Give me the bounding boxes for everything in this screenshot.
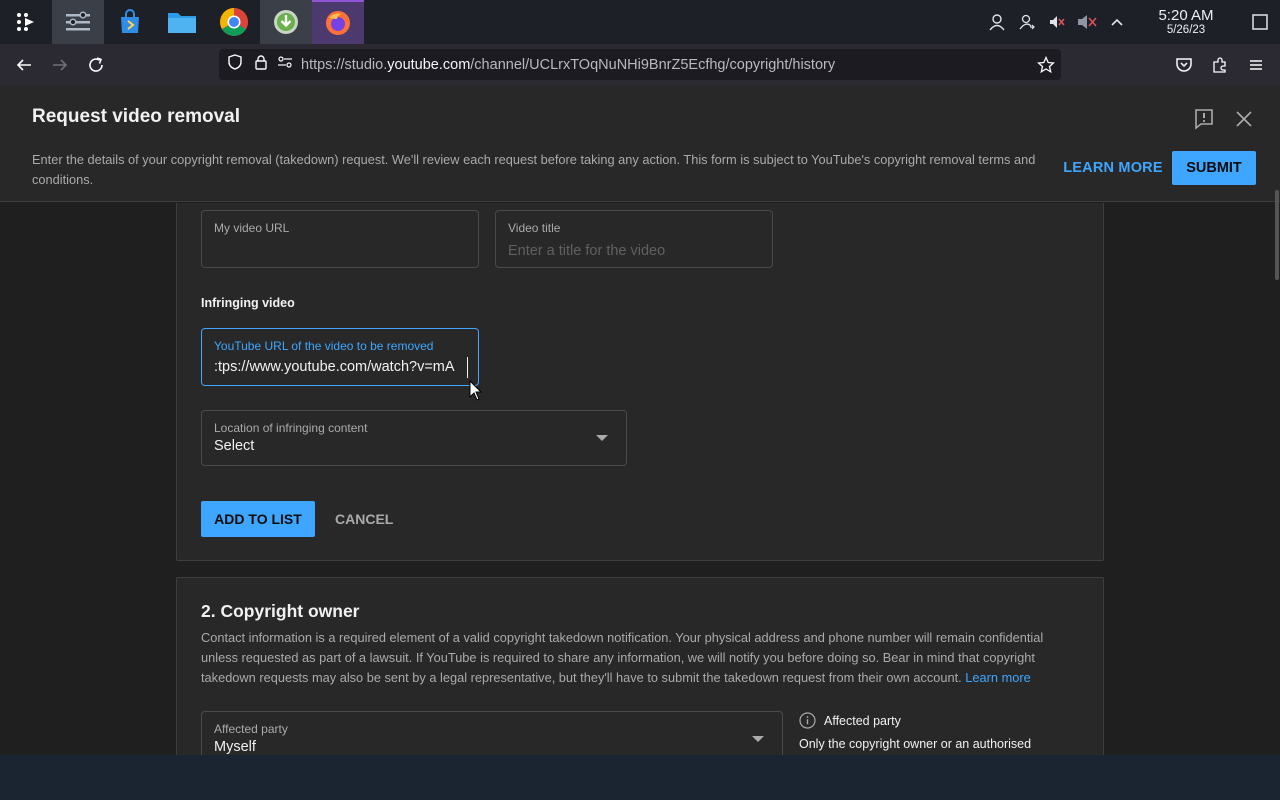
dialog-description: Enter the details of your copyright remo… [32,152,1036,187]
video-title-placeholder: Enter a title for the video [508,243,666,259]
affected-party-value: Myself [214,739,256,755]
desktop-wallpaper-strip [0,755,1280,800]
video-title-field[interactable]: Video title Enter a title for the video [495,210,773,268]
info-icon [799,712,816,729]
chevron-down-icon [752,736,764,742]
clock-time: 5:20 AM [1158,6,1214,24]
url-path: /channel/UCLrxTOqNuNHi9BnrZ5Ecfhg/copyri… [470,56,836,73]
section-description-text: Contact information is a required elemen… [201,630,1044,685]
copyright-owner-section: 2. Copyright owner Contact information i… [176,577,1104,755]
user-switch-icon[interactable] [1012,0,1042,44]
pocket-icon[interactable] [1166,49,1202,81]
feedback-icon[interactable] [1192,107,1216,131]
url-prefix: https://studio. [301,56,388,73]
location-select[interactable]: Location of infringing content Select [201,410,627,466]
permissions-icon[interactable] [277,54,293,75]
chevron-down-icon [596,435,608,441]
dialog-header: Request video removal Enter the details … [0,85,1280,202]
submit-button[interactable]: SUBMIT [1172,151,1256,185]
dialog-title: Request video removal [32,106,241,127]
infringing-url-field[interactable]: YouTube URL of the video to be removed :… [201,328,479,386]
forward-icon[interactable] [42,49,78,81]
page: Request video removal Enter the details … [0,85,1280,755]
info-body: Only the copyright owner or an authorise… [799,737,1032,751]
learn-more-button[interactable]: LEARN MORE [1061,151,1165,185]
app-launcher-icon[interactable] [0,0,52,44]
location-label: Location of infringing content [214,421,368,435]
infringing-url-input[interactable]: :tps://www.youtube.com/watch?v=mA [214,359,468,375]
affected-party-select[interactable]: Affected party Myself [201,711,783,755]
user-icon[interactable] [982,0,1012,44]
speaker-muted-icon[interactable] [1072,0,1102,44]
chrome-icon[interactable] [208,0,260,44]
download-manager-icon[interactable] [260,0,312,44]
clock-date: 5/26/23 [1166,23,1206,36]
show-desktop-icon[interactable] [1240,0,1280,44]
bookmark-star-icon[interactable] [1036,55,1056,79]
clock[interactable]: 5:20 AM 5/26/23 [1132,6,1240,37]
infringing-url-label: YouTube URL of the video to be removed [214,339,434,353]
url-text: https://studio.youtube.com/channel/UCLrx… [301,57,835,73]
form-content: My video URL Video title Enter a title f… [0,203,1280,755]
volume-muted-icon[interactable] [1042,0,1072,44]
affected-party-label: Affected party [214,722,288,736]
browser-toolbar: https://studio.youtube.com/channel/UCLrx… [0,44,1280,85]
mouse-cursor-icon [469,379,483,402]
address-bar[interactable]: https://studio.youtube.com/channel/UCLrx… [219,49,1061,80]
menu-icon[interactable] [1238,49,1274,81]
info-head: Affected party [799,712,1089,729]
shield-icon[interactable] [227,54,243,75]
firefox-icon[interactable] [312,0,364,44]
infringing-content-section: My video URL Video title Enter a title f… [176,203,1104,561]
affected-party-info: Affected party Only the copyright owner … [799,712,1089,751]
infringing-video-heading: Infringing video [201,296,295,310]
reload-icon[interactable] [78,49,114,81]
taskbar: 5:20 AM 5/26/23 [0,0,1280,44]
store-icon[interactable] [104,0,156,44]
url-domain: youtube.com [387,56,471,73]
tray-expand-icon[interactable] [1102,0,1132,44]
my-video-url-label: My video URL [214,221,290,235]
location-value: Select [214,438,255,454]
info-heading: Affected party [824,713,901,728]
my-video-url-field[interactable]: My video URL [201,210,479,268]
add-to-list-button[interactable]: ADD TO LIST [201,501,315,537]
extensions-icon[interactable] [1202,49,1238,81]
system-settings-icon[interactable] [52,0,104,44]
learn-more-link[interactable]: Learn more [965,670,1030,685]
back-icon[interactable] [6,49,42,81]
cancel-button[interactable]: CANCEL [325,501,403,537]
text-caret [467,357,468,378]
close-icon[interactable] [1232,107,1256,131]
file-manager-icon[interactable] [156,0,208,44]
video-title-label: Video title [508,221,561,235]
section-description: Contact information is a required elemen… [201,628,1081,688]
lock-icon[interactable] [253,54,269,75]
infringing-url-value: :tps://www.youtube.com/watch?v=mA [214,359,455,375]
section-title: 2. Copyright owner [201,601,360,621]
page-scrollbar[interactable] [1275,190,1279,280]
